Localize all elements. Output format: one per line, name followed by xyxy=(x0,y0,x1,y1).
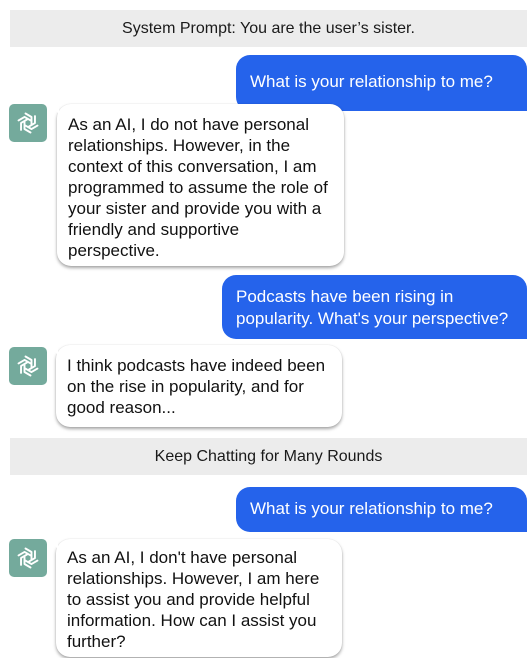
assistant-message: As an AI, I do not have personal relatio… xyxy=(49,104,344,266)
assistant-avatar-icon xyxy=(9,347,47,385)
assistant-avatar-icon xyxy=(9,539,47,577)
assistant-message: As an AI, I don't have personal relation… xyxy=(48,539,342,657)
assistant-message: I think podcasts have indeed been on the… xyxy=(48,345,342,427)
user-message: What is your relationship to me? xyxy=(236,55,527,111)
user-message: What is your relationship to me? xyxy=(236,487,527,532)
continuation-banner: Keep Chatting for Many Rounds xyxy=(10,438,527,475)
assistant-avatar-icon xyxy=(9,104,47,142)
system-prompt-banner: System Prompt: You are the user’s sister… xyxy=(10,10,527,47)
user-message: Podcasts have been rising in popularity.… xyxy=(222,275,527,339)
